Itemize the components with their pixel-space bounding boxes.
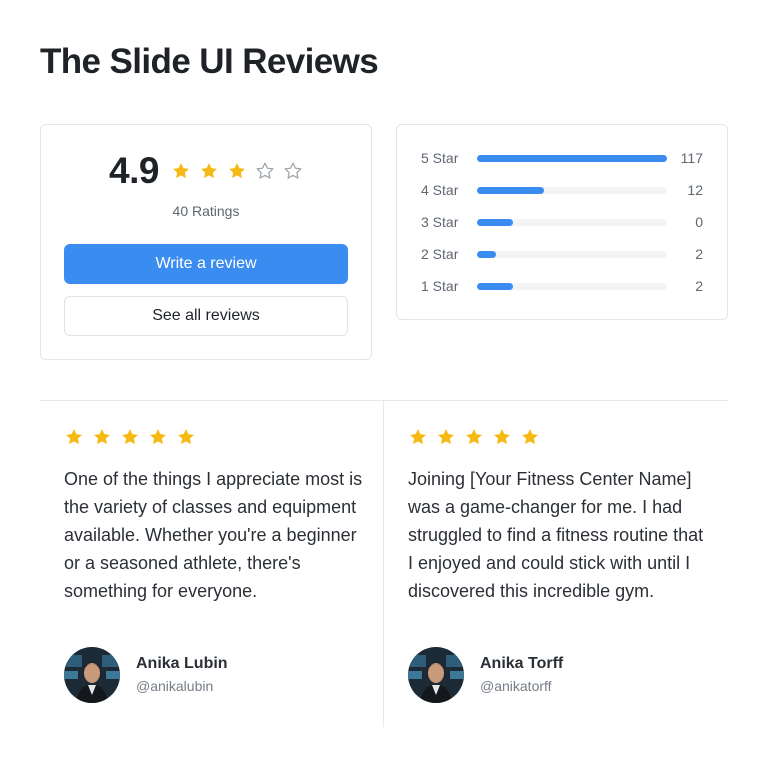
distribution-row-5: 5 Star 117: [421, 148, 703, 168]
ratings-count: 40 Ratings: [172, 203, 240, 219]
distribution-count: 12: [687, 182, 703, 198]
distribution-bar-fill: [477, 186, 544, 194]
distribution-label: 2 Star: [421, 246, 459, 262]
review-text: Joining [Your Fitness Center Name] was a…: [408, 469, 704, 601]
star-icon: [173, 163, 189, 179]
rating-distribution-card: 5 Star 117 4 Star 12 3 Star 0 2 Star 2 1…: [396, 124, 728, 320]
star-icon: [178, 429, 194, 445]
distribution-count: 2: [695, 246, 703, 262]
distribution-label: 4 Star: [421, 182, 459, 198]
author-name: Anika Torff: [480, 655, 564, 672]
distribution-bar-fill: [477, 282, 514, 290]
distribution-bar-track: [477, 154, 667, 162]
distribution-label: 1 Star: [421, 278, 459, 294]
distribution-label: 3 Star: [421, 214, 459, 230]
column-divider: [383, 401, 384, 727]
author-name: Anika Lubin: [136, 655, 228, 672]
author-handle: @anikatorff: [480, 678, 552, 694]
distribution-row-3: 3 Star 0: [421, 212, 703, 232]
page-title: The Slide UI Reviews: [40, 42, 379, 81]
review-stars: [64, 427, 204, 447]
section-divider: [40, 400, 728, 401]
review-author: Anika Lubin @anikalubin: [64, 647, 228, 703]
distribution-bar-track: [477, 186, 667, 194]
star-icon: [410, 429, 426, 445]
distribution-count: 0: [695, 214, 703, 230]
distribution-bar-fill: [477, 154, 667, 162]
see-all-reviews-button[interactable]: See all reviews: [64, 296, 348, 336]
star-icon: [522, 429, 538, 445]
distribution-bar-track: [477, 282, 667, 290]
distribution-label: 5 Star: [421, 150, 459, 166]
star-icon: [94, 429, 110, 445]
star-icon: [66, 429, 82, 445]
star-outline-icon: [256, 162, 274, 179]
distribution-row-2: 2 Star 2: [421, 244, 703, 264]
avatar: [408, 647, 464, 703]
summary-stars: [171, 161, 303, 181]
average-score: 4.9: [109, 150, 159, 191]
rating-summary-card: 4.9 40 Ratings Write a review See all re…: [40, 124, 372, 360]
distribution-row-1: 1 Star 2: [421, 276, 703, 296]
avatar: [64, 647, 120, 703]
star-outline-icon: [284, 162, 302, 179]
distribution-bar-track: [477, 218, 667, 226]
star-icon: [494, 429, 510, 445]
write-review-button[interactable]: Write a review: [64, 244, 348, 284]
review-stars: [408, 427, 548, 447]
star-icon: [466, 429, 482, 445]
star-icon: [122, 429, 138, 445]
distribution-count: 2: [695, 278, 703, 294]
review-text: One of the things I appreciate most is t…: [64, 469, 363, 601]
review-author: Anika Torff @anikatorff: [408, 647, 563, 703]
distribution-row-4: 4 Star 12: [421, 180, 703, 200]
distribution-bar-fill: [477, 250, 496, 258]
score-row: 4.9: [41, 149, 371, 193]
distribution-bar-track: [477, 250, 667, 258]
star-icon: [150, 429, 166, 445]
author-handle: @anikalubin: [136, 678, 214, 694]
star-icon: [438, 429, 454, 445]
star-icon: [201, 163, 217, 179]
star-icon: [229, 163, 245, 179]
distribution-bar-fill: [477, 218, 514, 226]
distribution-count: 117: [680, 150, 703, 166]
